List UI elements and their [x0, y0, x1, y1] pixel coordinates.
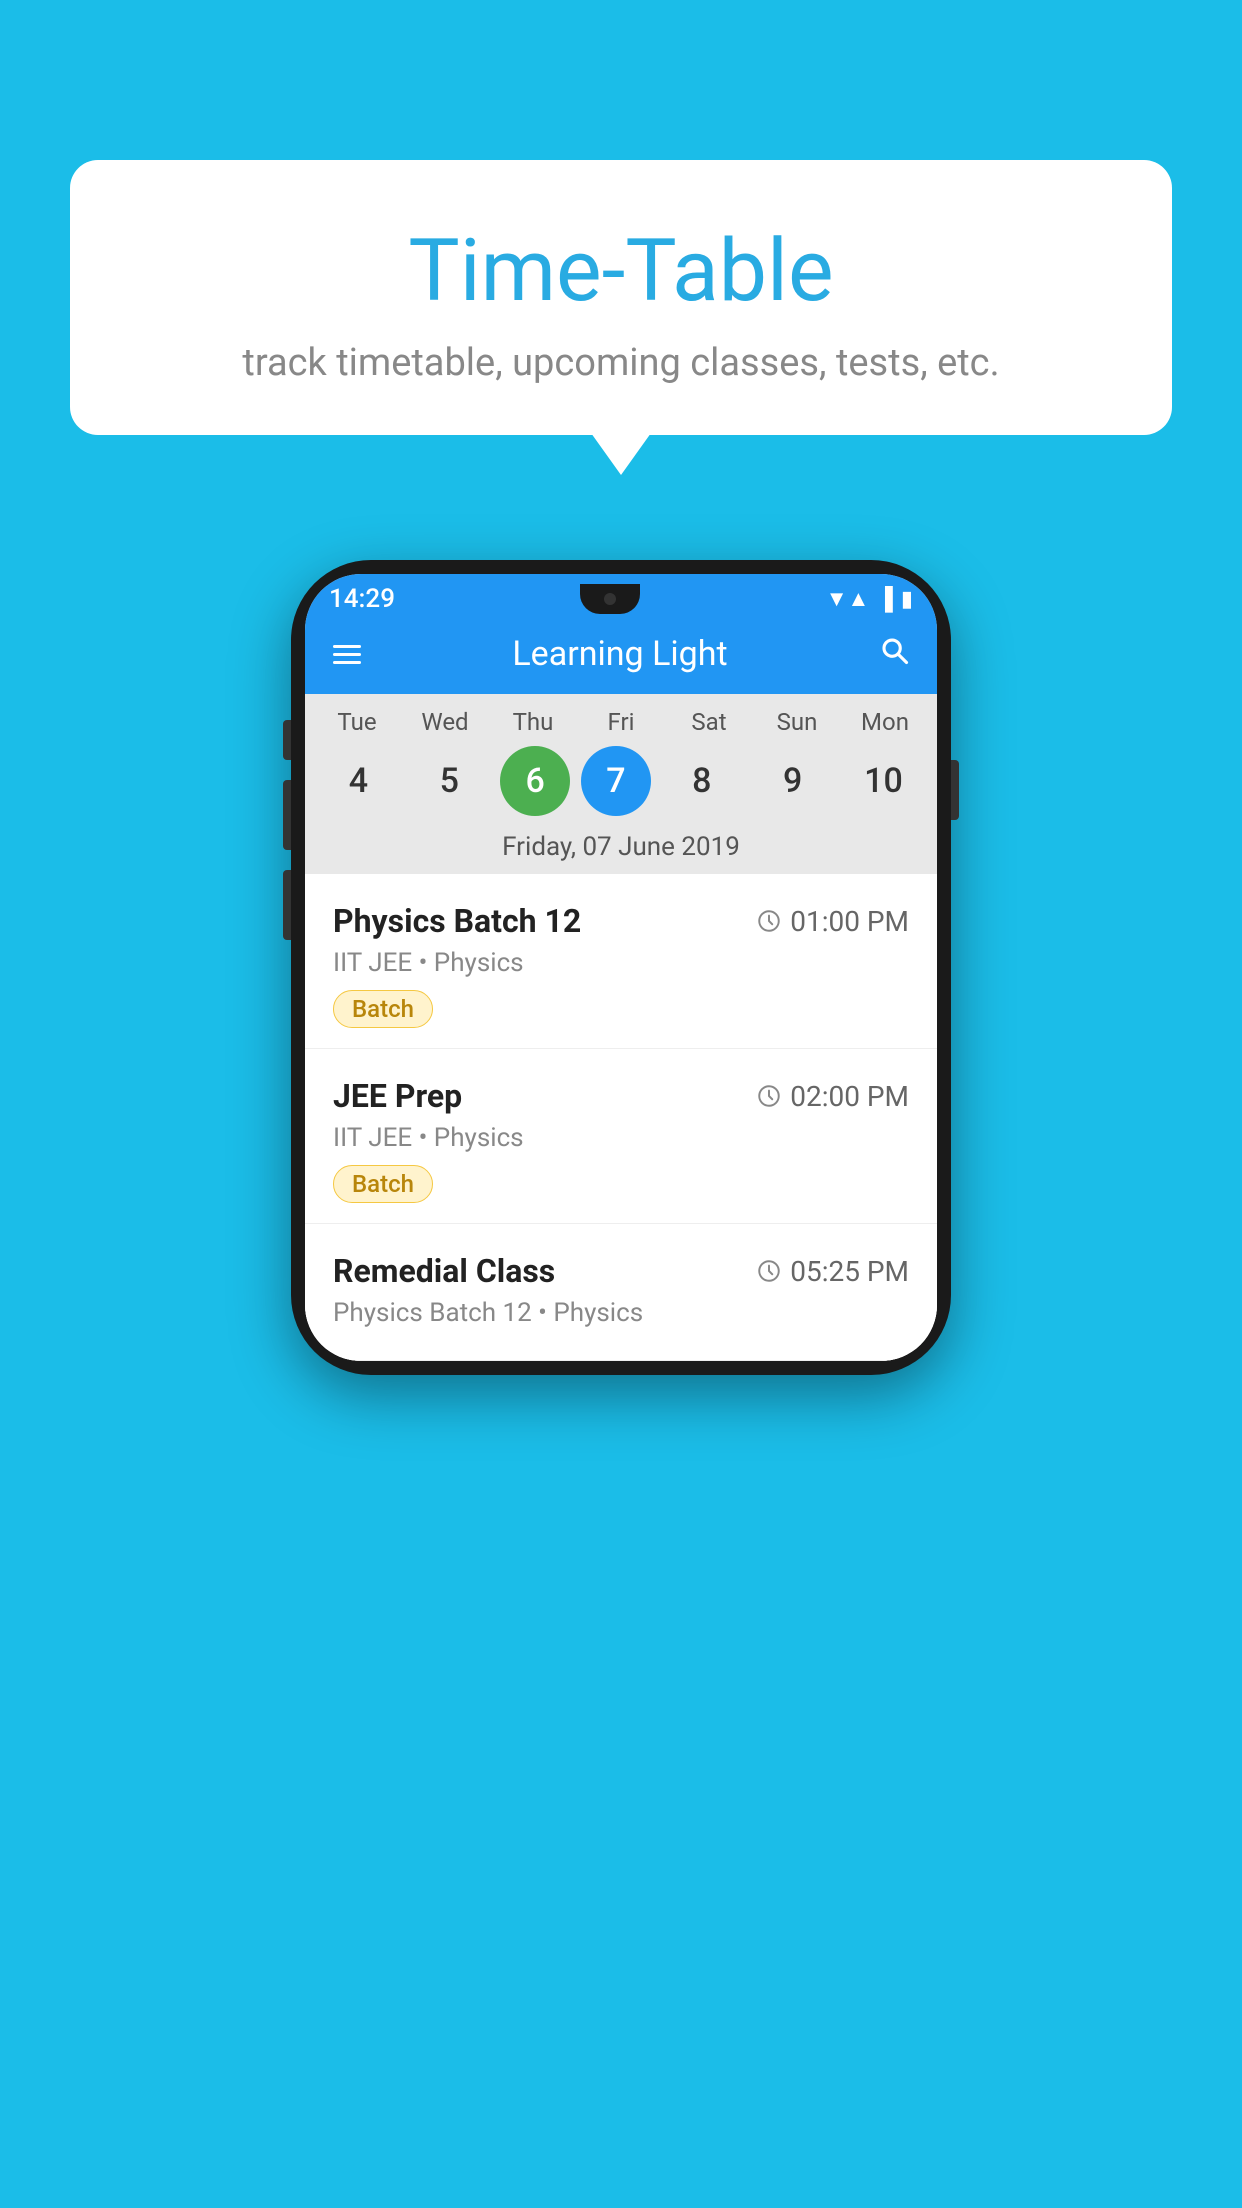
schedule-time: 01:00 PM [756, 905, 909, 938]
clock-icon [756, 1258, 782, 1284]
phone-frame: 14:29 ▼▲ ▐ ▮ Learning Light [291, 560, 951, 1375]
wifi-icon: ▼▲ [826, 586, 870, 612]
schedule-time: 05:25 PM [756, 1255, 909, 1288]
phone-notch [580, 584, 640, 614]
schedule-item[interactable]: Remedial Class 05:25 PM Physics Batch 12… [305, 1224, 937, 1361]
calendar-day-number[interactable]: 7 [581, 746, 651, 816]
day-names-row: Tue Wed Thu Fri Sat Sun Mon [305, 708, 937, 736]
volume-silent-button [283, 720, 291, 760]
volume-down-button [283, 870, 291, 940]
schedule-list: Physics Batch 12 01:00 PM IIT JEE • Phys… [305, 874, 937, 1361]
status-bar: 14:29 ▼▲ ▐ ▮ [305, 574, 937, 614]
calendar-day-name: Sun [757, 708, 837, 736]
schedule-subtitle: IIT JEE • Physics [333, 1123, 909, 1153]
schedule-item-header: Physics Batch 12 01:00 PM [333, 902, 909, 940]
battery-icon: ▮ [901, 587, 913, 612]
hamburger-line-3 [333, 661, 361, 664]
selected-date-label: Friday, 07 June 2019 [305, 826, 937, 874]
clock-icon [756, 1083, 782, 1109]
calendar-day-name: Sat [669, 708, 749, 736]
calendar-header: Tue Wed Thu Fri Sat Sun Mon 45678910 Friday, 0… [305, 694, 937, 874]
status-icons: ▼▲ ▐ ▮ [826, 586, 913, 612]
phone-container: 14:29 ▼▲ ▐ ▮ Learning Light [291, 560, 951, 1375]
tooltip-title: Time-Table [110, 220, 1132, 321]
hamburger-line-1 [333, 645, 361, 648]
calendar-day-name: Mon [845, 708, 925, 736]
day-numbers-row: 45678910 [305, 736, 937, 826]
schedule-subtitle: Physics Batch 12 • Physics [333, 1298, 909, 1328]
schedule-subtitle: IIT JEE • Physics [333, 948, 909, 978]
app-title: Learning Light [512, 634, 727, 674]
tooltip-card: Time-Table track timetable, upcoming cla… [70, 160, 1172, 435]
calendar-day-name: Wed [405, 708, 485, 736]
batch-badge: Batch [333, 990, 433, 1028]
search-icon[interactable] [879, 635, 909, 673]
tooltip-subtitle: track timetable, upcoming classes, tests… [110, 341, 1132, 385]
app-header: Learning Light [305, 614, 937, 694]
clock-icon [756, 908, 782, 934]
calendar-day-number[interactable]: 4 [318, 746, 398, 816]
status-time: 14:29 [329, 584, 395, 614]
schedule-item[interactable]: Physics Batch 12 01:00 PM IIT JEE • Phys… [305, 874, 937, 1049]
schedule-item-title: Remedial Class [333, 1252, 555, 1290]
schedule-item-header: Remedial Class 05:25 PM [333, 1252, 909, 1290]
calendar-day-number[interactable]: 5 [409, 746, 489, 816]
calendar-day-name: Thu [493, 708, 573, 736]
hamburger-line-2 [333, 653, 361, 656]
power-button [951, 760, 959, 820]
volume-up-button [283, 780, 291, 850]
front-camera [604, 593, 616, 605]
calendar-day-name: Tue [317, 708, 397, 736]
hamburger-menu-button[interactable] [333, 645, 361, 664]
batch-badge: Batch [333, 1165, 433, 1203]
phone-screen: 14:29 ▼▲ ▐ ▮ Learning Light [305, 574, 937, 1361]
schedule-item-title: JEE Prep [333, 1077, 462, 1115]
calendar-day-number[interactable]: 10 [843, 746, 923, 816]
calendar-day-number[interactable]: 6 [500, 746, 570, 816]
calendar-day-number[interactable]: 8 [662, 746, 742, 816]
signal-icon: ▐ [877, 586, 893, 612]
calendar-day-name: Fri [581, 708, 661, 736]
calendar-day-number[interactable]: 9 [753, 746, 833, 816]
schedule-item-header: JEE Prep 02:00 PM [333, 1077, 909, 1115]
schedule-time: 02:00 PM [756, 1080, 909, 1113]
schedule-item[interactable]: JEE Prep 02:00 PM IIT JEE • Physics Batc… [305, 1049, 937, 1224]
schedule-item-title: Physics Batch 12 [333, 902, 581, 940]
